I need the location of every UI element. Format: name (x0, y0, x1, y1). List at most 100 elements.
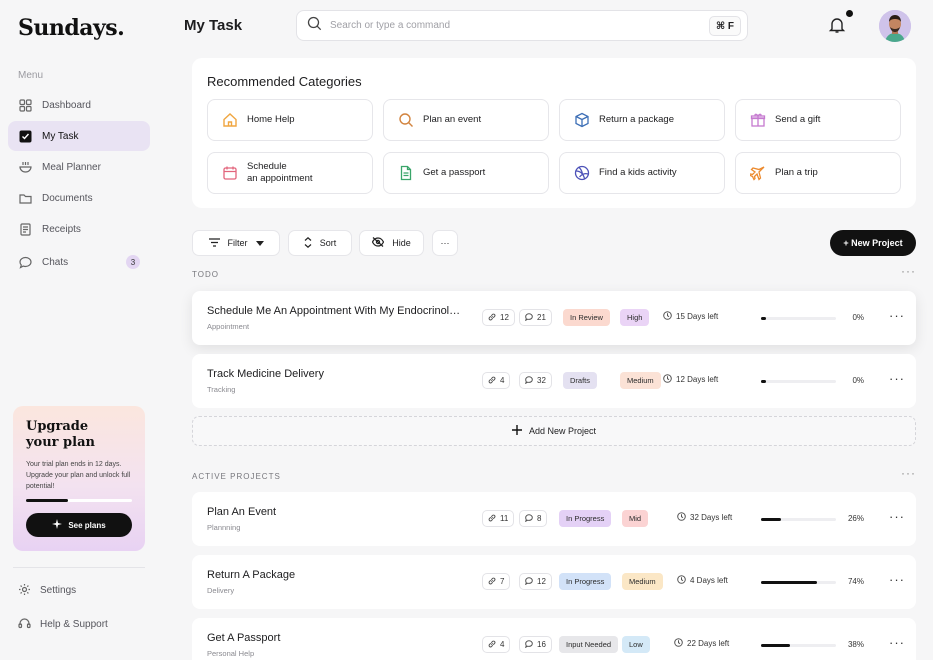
due-label: 32 Days left (690, 513, 733, 522)
comments-count[interactable]: 12 (519, 573, 552, 590)
sidebar-item-my-task[interactable]: My Task (8, 121, 150, 151)
attachments-count[interactable]: 11 (482, 510, 515, 527)
sort-icon (304, 236, 312, 250)
status-badge[interactable]: In Progress (559, 573, 612, 590)
attachments-count[interactable]: 12 (482, 309, 515, 326)
progress-fill (761, 518, 781, 521)
sidebar-item-label: My Task (42, 130, 79, 142)
category-label: Return a package (599, 114, 674, 125)
due-date: 4 Days left (677, 575, 728, 586)
task-row[interactable]: Schedule Me An Appointment With My Endoc… (192, 291, 916, 345)
sidebar-item-label: Receipts (42, 223, 81, 235)
filter-label: Filter (227, 238, 248, 248)
checkbox-icon (18, 129, 32, 143)
bell-icon[interactable] (828, 16, 848, 36)
category-plan-event[interactable]: Plan an event (383, 99, 549, 141)
attachments-count[interactable]: 7 (482, 573, 511, 590)
task-category: Appointment (207, 322, 250, 331)
unread-badge: 3 (126, 255, 140, 269)
search-icon (398, 112, 414, 128)
filter-button[interactable]: Filter (192, 230, 280, 256)
task-row[interactable]: Track Medicine Delivery Tracking 4 32 Dr… (192, 354, 916, 408)
category-label: Plan a trip (775, 167, 818, 178)
row-more-icon[interactable]: ··· (889, 572, 905, 587)
comment-icon (524, 639, 533, 650)
active-projects-label: ACTIVE PROJECTS (192, 472, 281, 481)
box-icon (574, 112, 590, 128)
priority-badge[interactable]: Low (622, 636, 650, 653)
comments-count[interactable]: 32 (519, 372, 552, 389)
category-send-gift[interactable]: Send a gift (735, 99, 901, 141)
category-return-package[interactable]: Return a package (559, 99, 725, 141)
trial-progress-fill (26, 499, 69, 502)
task-row[interactable]: Get A Passport Personal Help 4 16 Input … (192, 618, 916, 660)
row-more-icon[interactable]: ··· (889, 509, 905, 524)
sidebar-item-chats[interactable]: Chats 3 (8, 247, 150, 277)
comment-count: 32 (537, 376, 546, 385)
priority-badge[interactable]: Medium (620, 372, 661, 389)
comment-count: 16 (537, 640, 546, 649)
comments-count[interactable]: 8 (519, 510, 548, 527)
sidebar-item-label: Dashboard (42, 99, 91, 111)
sidebar-item-meal-planner[interactable]: Meal Planner (8, 152, 150, 182)
search-bar[interactable]: ⌘ F (296, 10, 748, 41)
priority-badge[interactable]: Mid (622, 510, 649, 527)
attachments-count[interactable]: 4 (482, 636, 511, 653)
new-project-button[interactable]: + New Project (830, 230, 916, 256)
category-plan-trip[interactable]: Plan a trip (735, 152, 901, 194)
help-support-link[interactable]: Help & Support (18, 617, 108, 631)
sidebar-item-dashboard[interactable]: Dashboard (8, 90, 150, 120)
comment-icon (524, 576, 533, 587)
todo-more-icon[interactable]: ··· (901, 264, 916, 278)
active-more-icon[interactable]: ··· (901, 466, 916, 480)
chevron-down-icon (255, 238, 264, 248)
sort-button[interactable]: Sort (288, 230, 352, 256)
comment-count: 8 (537, 514, 542, 523)
category-home-help[interactable]: Home Help (207, 99, 373, 141)
progress-fill (761, 581, 817, 584)
task-row[interactable]: Plan An Event Plannning 11 8 In Progress… (192, 492, 916, 546)
more-options-button[interactable]: ··· (432, 230, 458, 256)
progress-percent: 74% (847, 577, 864, 586)
see-plans-button[interactable]: See plans (26, 513, 132, 537)
row-more-icon[interactable]: ··· (889, 371, 905, 386)
task-category: Tracking (207, 385, 236, 394)
comments-count[interactable]: 16 (519, 636, 552, 653)
filter-icon (208, 237, 220, 249)
search-input[interactable] (330, 20, 700, 31)
status-badge[interactable]: In Progress (559, 510, 612, 527)
status-badge[interactable]: In Review (563, 309, 610, 326)
task-row[interactable]: Return A Package Delivery 7 12 In Progre… (192, 555, 916, 609)
row-more-icon[interactable]: ··· (889, 635, 905, 650)
sidebar-item-label: Meal Planner (42, 161, 101, 173)
link-icon (488, 514, 496, 524)
status-badge[interactable]: Input Needed (559, 636, 619, 653)
priority-badge[interactable]: High (620, 309, 650, 326)
divider (13, 567, 145, 568)
priority-badge[interactable]: Medium (622, 573, 663, 590)
avatar[interactable] (879, 10, 911, 42)
due-label: 22 Days left (687, 639, 730, 648)
comments-count[interactable]: 21 (519, 309, 552, 326)
sidebar-item-documents[interactable]: Documents (8, 183, 150, 213)
settings-link[interactable]: Settings (18, 583, 76, 597)
row-more-icon[interactable]: ··· (889, 308, 905, 323)
sidebar-item-receipts[interactable]: Receipts (8, 214, 150, 244)
add-new-project-button[interactable]: Add New Project (192, 416, 916, 446)
page-title: My Task (184, 17, 243, 34)
progress-fill (761, 380, 766, 383)
ball-icon (574, 165, 590, 181)
category-kids-activity[interactable]: Find a kids activity (559, 152, 725, 194)
task-name: Get A Passport (207, 632, 281, 644)
link-icon (488, 313, 496, 323)
document-icon (398, 165, 414, 181)
attachments-count[interactable]: 4 (482, 372, 511, 389)
progress-bar (761, 518, 836, 521)
chat-icon (18, 255, 32, 269)
category-schedule-appointment[interactable]: Schedule an appointment (207, 152, 373, 194)
status-badge[interactable]: Drafts (563, 372, 598, 389)
clock-icon (663, 374, 672, 385)
brand-logo[interactable]: Sundays. (18, 15, 125, 41)
category-get-passport[interactable]: Get a passport (383, 152, 549, 194)
hide-button[interactable]: Hide (359, 230, 424, 256)
